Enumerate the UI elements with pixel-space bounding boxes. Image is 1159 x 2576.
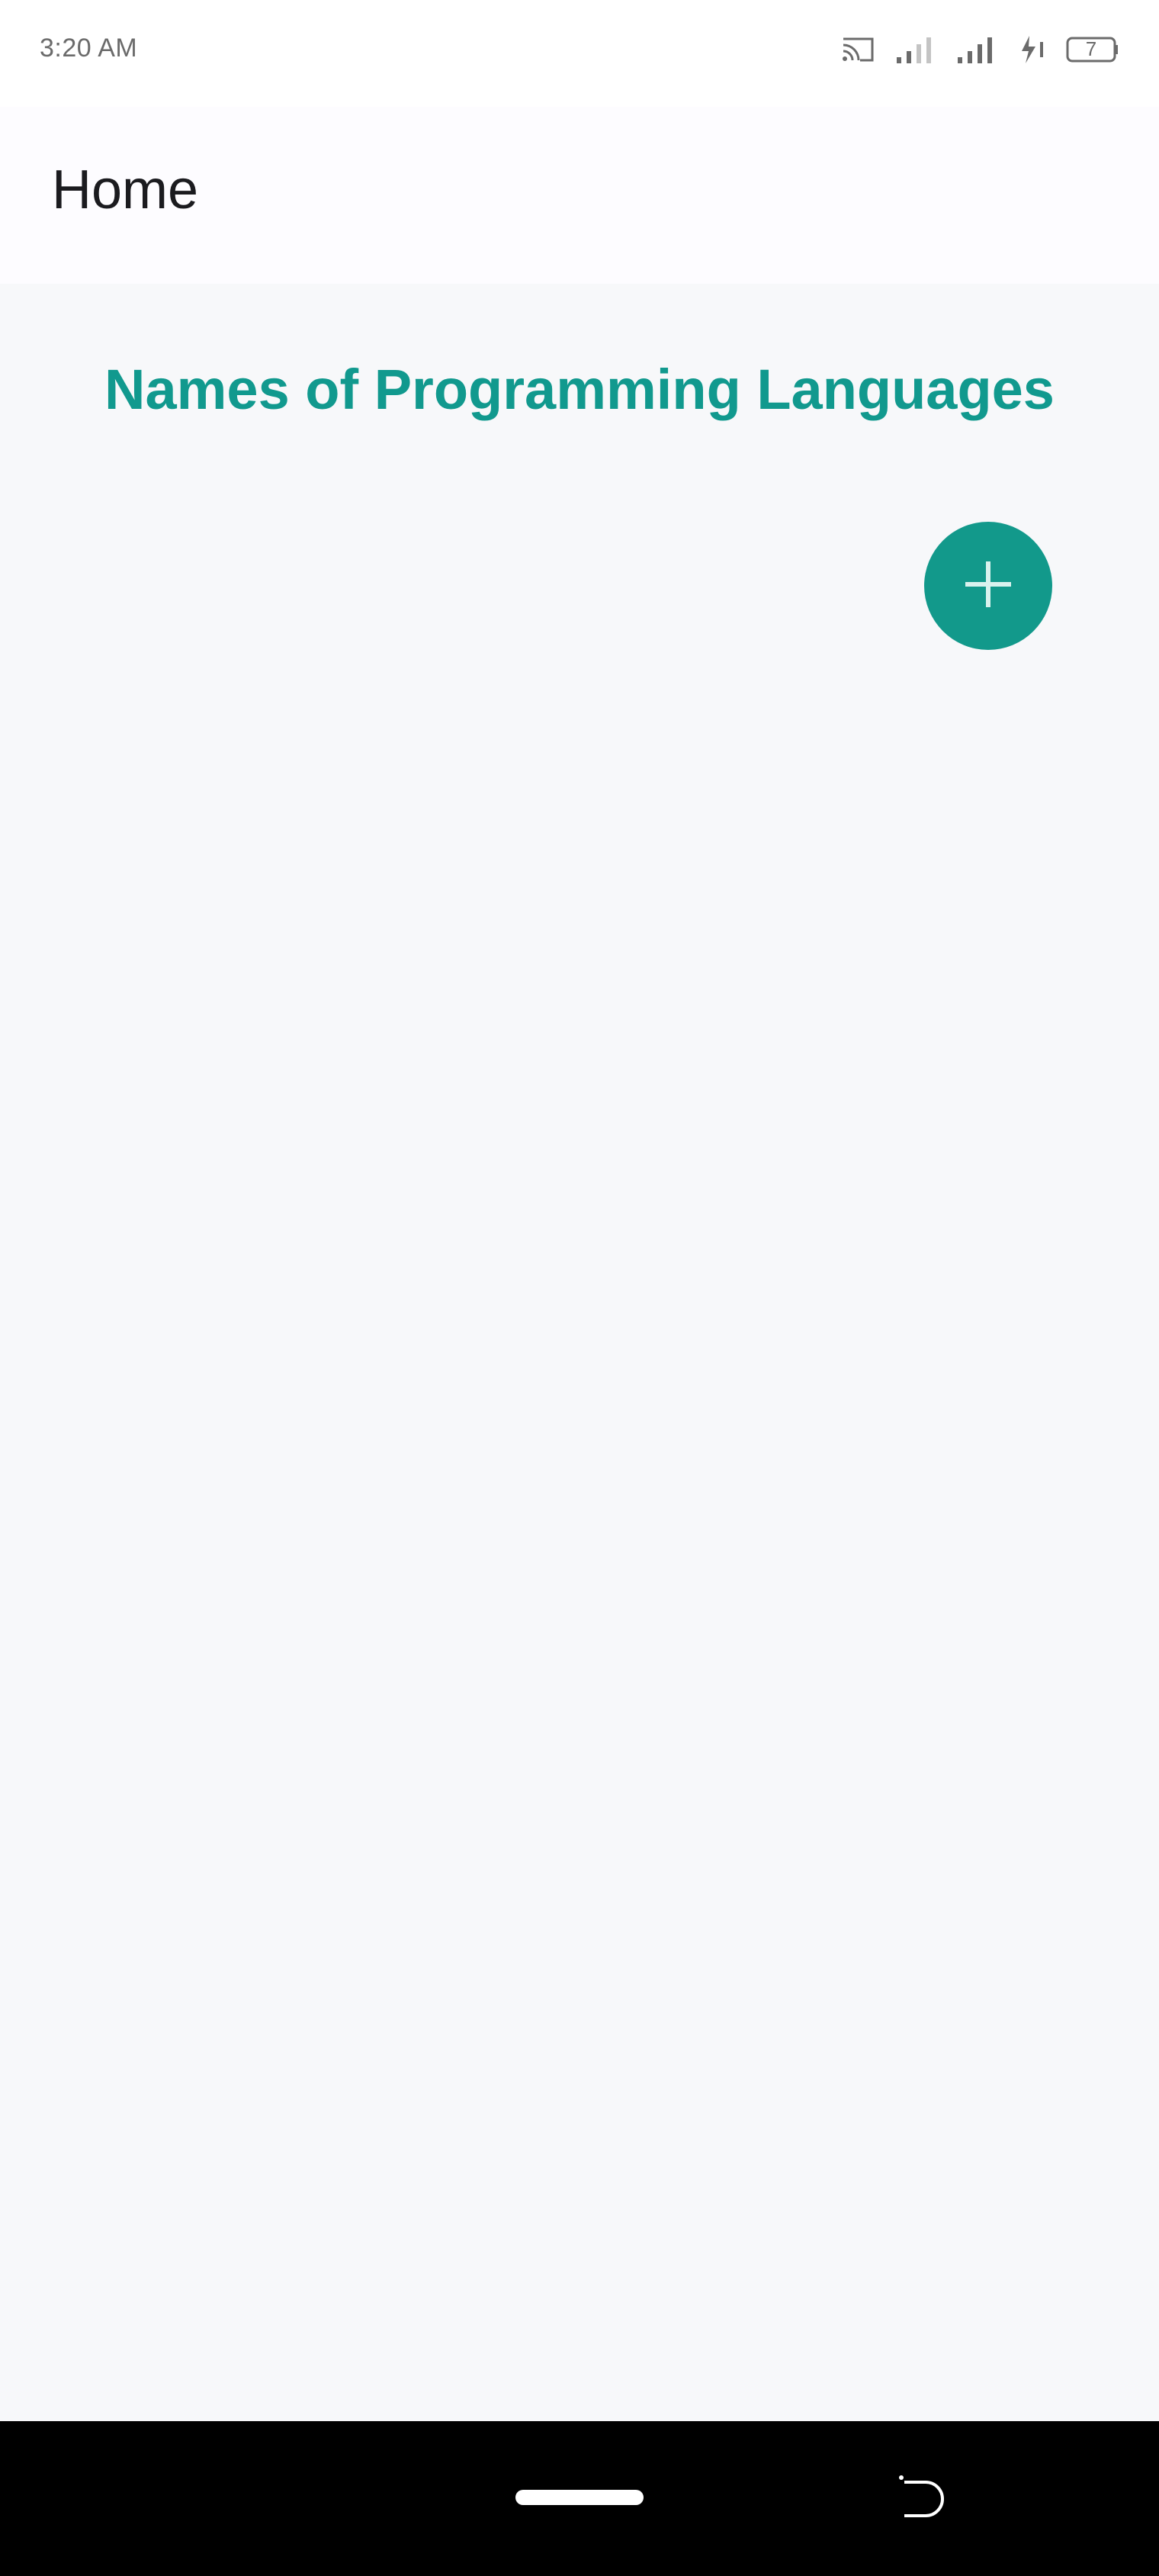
battery-level: 7	[1085, 37, 1097, 60]
status-time: 3:20 AM	[40, 34, 138, 63]
charging-icon	[1017, 34, 1046, 65]
page-title: Home	[52, 159, 199, 220]
page-heading: Names of Programming Languages	[104, 358, 1055, 421]
back-gesture-icon[interactable]	[895, 2471, 949, 2525]
app-bar: Home	[0, 107, 1159, 284]
add-button[interactable]	[924, 522, 1052, 650]
signal-icon	[956, 34, 997, 65]
signal-icon	[895, 34, 936, 65]
plus-icon	[961, 557, 1016, 616]
main-content: Names of Programming Languages	[0, 284, 1159, 2421]
status-icons: 7	[840, 31, 1119, 69]
home-indicator[interactable]	[515, 2490, 644, 2505]
cast-icon	[840, 34, 875, 65]
navigation-bar	[0, 2421, 1159, 2576]
status-bar: 3:20 AM 7	[0, 0, 1159, 107]
battery-icon: 7	[1066, 34, 1119, 65]
